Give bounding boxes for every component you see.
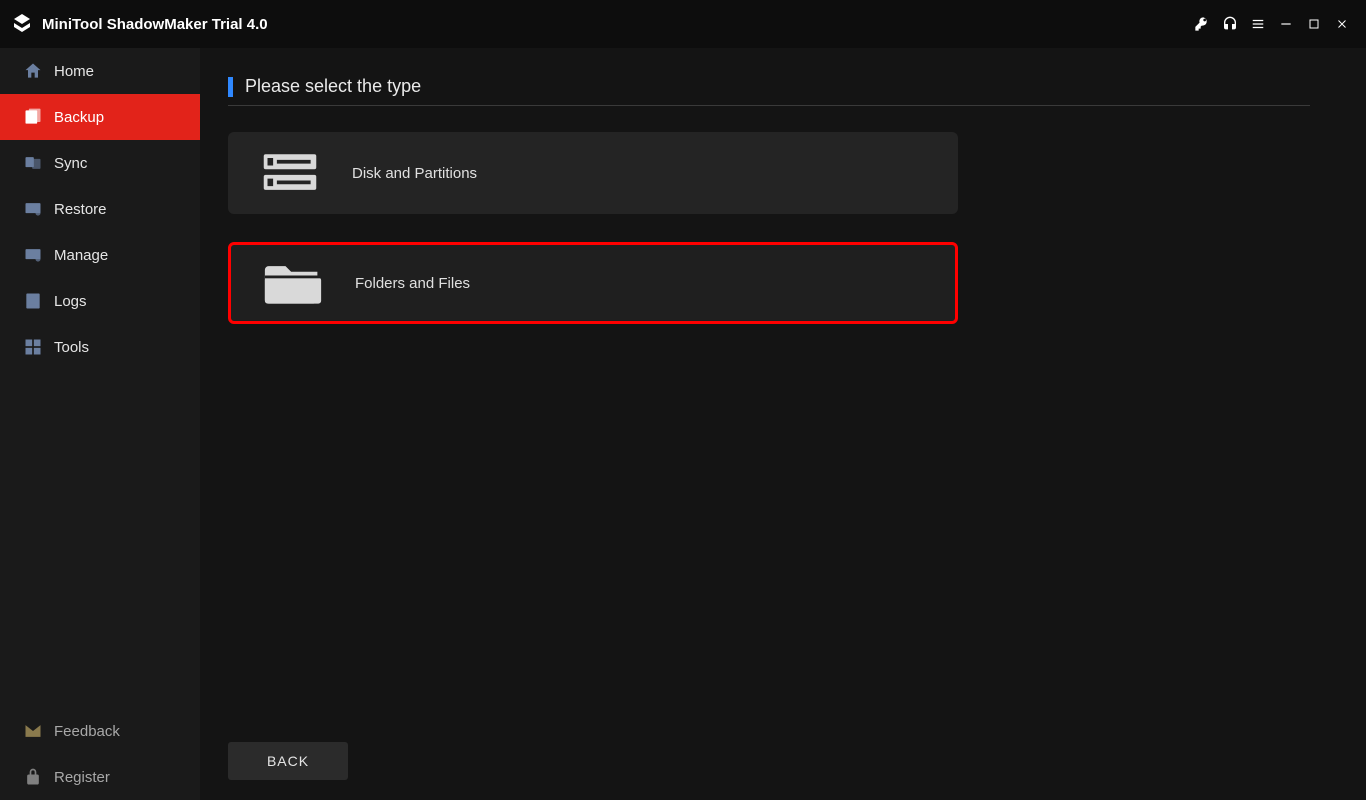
titlebar: MiniTool ShadowMaker Trial 4.0: [0, 0, 1366, 48]
feedback-icon: [22, 720, 44, 742]
sidebar-item-backup[interactable]: Backup: [0, 94, 200, 140]
sidebar-item-label: Home: [54, 63, 94, 80]
option-label: Disk and Partitions: [352, 165, 477, 182]
minimize-button[interactable]: [1272, 10, 1300, 38]
nav-bottom: Feedback Register: [0, 708, 200, 800]
headset-icon[interactable]: [1216, 10, 1244, 38]
sidebar-item-logs[interactable]: Logs: [0, 278, 200, 324]
backup-icon: [22, 106, 44, 128]
app-logo-icon: [10, 12, 34, 36]
disk-icon: [260, 149, 320, 197]
sidebar-item-restore[interactable]: Restore: [0, 186, 200, 232]
option-label: Folders and Files: [355, 275, 470, 292]
sidebar-item-label: Backup: [54, 109, 104, 126]
page-title-accent: [228, 77, 233, 97]
home-icon: [22, 60, 44, 82]
app-title: MiniTool ShadowMaker Trial 4.0: [42, 16, 268, 33]
sync-icon: [22, 152, 44, 174]
sidebar-item-label: Tools: [54, 339, 89, 356]
sidebar-item-feedback[interactable]: Feedback: [0, 708, 200, 754]
sidebar-item-label: Manage: [54, 247, 108, 264]
close-button[interactable]: [1328, 10, 1356, 38]
page-title: Please select the type: [245, 76, 421, 97]
back-button[interactable]: BACK: [228, 742, 348, 780]
logs-icon: [22, 290, 44, 312]
key-icon[interactable]: [1188, 10, 1216, 38]
folder-icon: [263, 259, 323, 307]
sidebar-item-register[interactable]: Register: [0, 754, 200, 800]
manage-icon: [22, 244, 44, 266]
sidebar-item-tools[interactable]: Tools: [0, 324, 200, 370]
page-title-row: Please select the type: [228, 76, 1310, 97]
title-underline: [228, 105, 1310, 106]
sidebar-item-label: Register: [54, 769, 110, 786]
sidebar-item-label: Logs: [54, 293, 87, 310]
sidebar-item-label: Feedback: [54, 723, 120, 740]
option-folders-files[interactable]: Folders and Files: [228, 242, 958, 324]
nav-main: Home Backup Sync Restore: [0, 48, 200, 708]
maximize-button[interactable]: [1300, 10, 1328, 38]
back-button-label: BACK: [267, 753, 309, 769]
tools-icon: [22, 336, 44, 358]
sidebar-item-manage[interactable]: Manage: [0, 232, 200, 278]
sidebar: Home Backup Sync Restore: [0, 48, 200, 800]
sidebar-item-label: Restore: [54, 201, 107, 218]
option-disk-partitions[interactable]: Disk and Partitions: [228, 132, 958, 214]
sidebar-item-sync[interactable]: Sync: [0, 140, 200, 186]
sidebar-item-home[interactable]: Home: [0, 48, 200, 94]
register-icon: [22, 766, 44, 788]
sidebar-item-label: Sync: [54, 155, 87, 172]
restore-icon: [22, 198, 44, 220]
main-panel: Please select the type Disk and Partitio…: [200, 48, 1366, 800]
menu-icon[interactable]: [1244, 10, 1272, 38]
